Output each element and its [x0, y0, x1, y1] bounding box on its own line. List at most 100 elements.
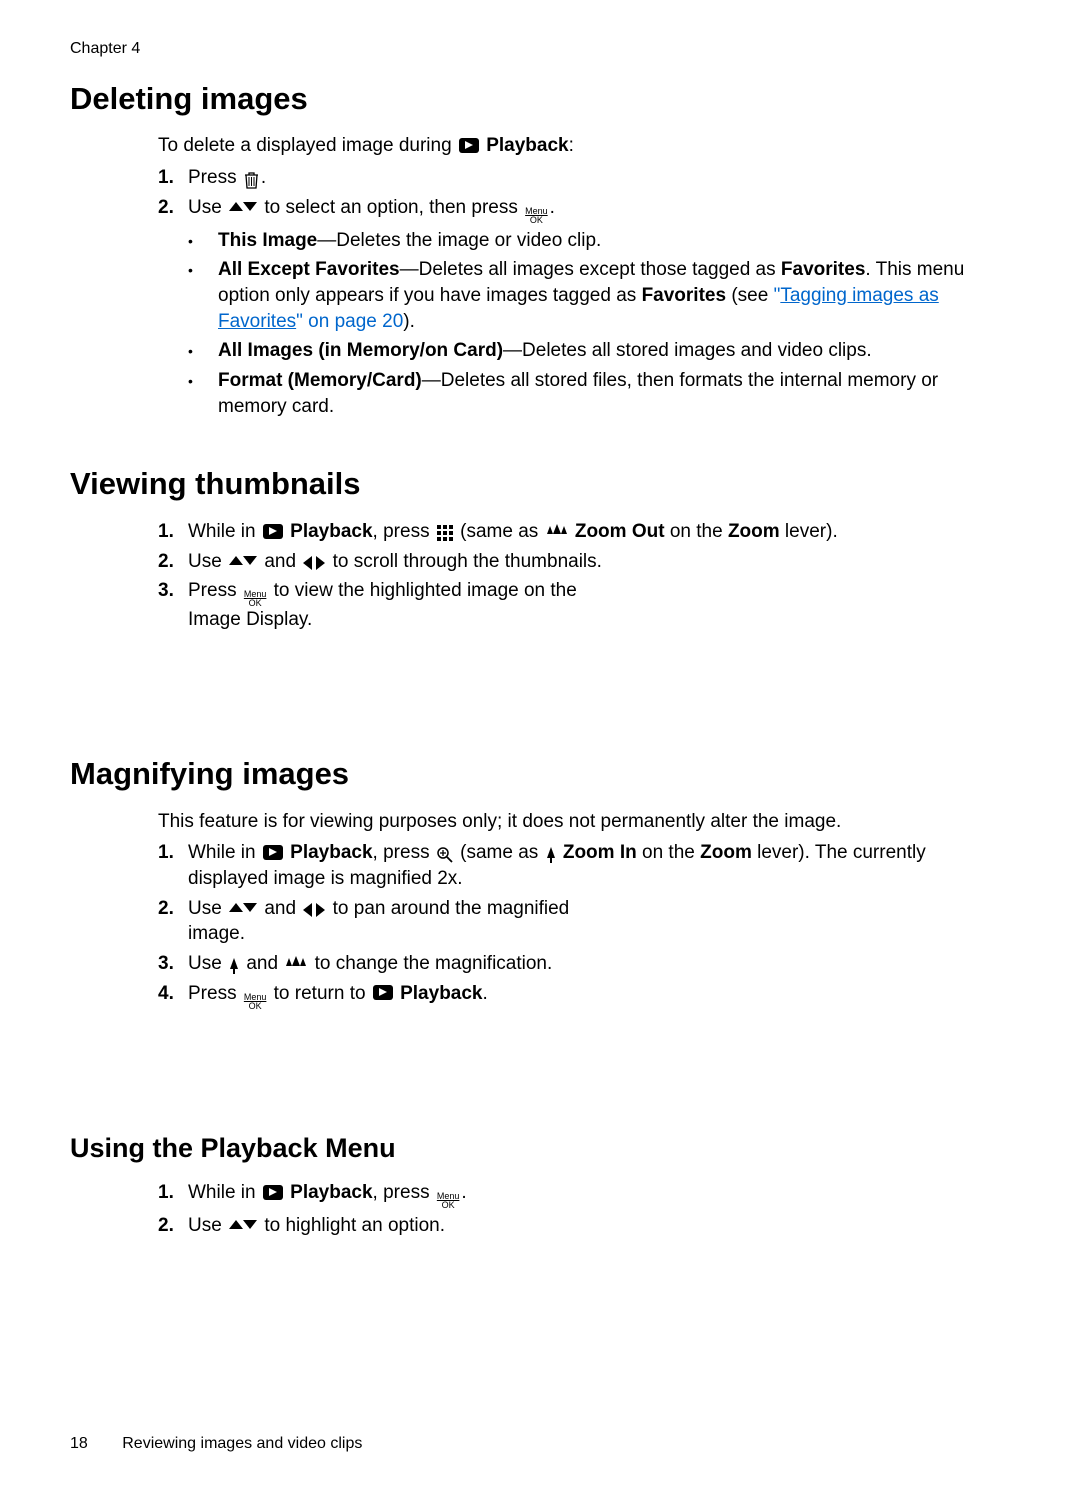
playback-icon — [263, 845, 283, 860]
bullet-icon: • — [188, 257, 218, 334]
step-number: 2. — [158, 195, 188, 423]
bold-text: Favorites — [642, 285, 726, 306]
text: , press — [373, 1182, 435, 1203]
step-number: 4. — [158, 981, 188, 1010]
link-tail: " on page 20 — [296, 311, 403, 332]
text: Use — [188, 1215, 227, 1236]
bold-text: Favorites — [781, 259, 865, 280]
list-item: • This Image—Deletes the image or video … — [188, 228, 1010, 254]
text: . — [461, 1182, 466, 1203]
list-item: 1. While in Playback, press (same as Zoo… — [158, 840, 1010, 891]
step-number: 3. — [158, 951, 188, 977]
step-number: 3. — [158, 578, 188, 633]
text: , press — [373, 842, 435, 863]
bold-text: All Images (in Memory/on Card) — [218, 340, 503, 361]
text: (same as — [455, 521, 544, 542]
text: While in — [188, 521, 261, 542]
heading-magnify: Magnifying images — [70, 753, 1010, 795]
page-footer: 18 Reviewing images and video clips — [70, 1433, 362, 1455]
bold-text: This Image — [218, 230, 317, 251]
section-viewing-thumbnails: Viewing thumbnails 1. While in Playback,… — [70, 463, 1010, 633]
text: and — [259, 551, 301, 572]
step-number: 2. — [158, 1213, 188, 1239]
bold-text: Playback — [486, 135, 568, 156]
bold-text: Zoom — [700, 842, 752, 863]
list-item: 1. Press . — [158, 165, 1010, 191]
list-item: 1. While in Playback, press MenuOK. — [158, 1180, 1010, 1209]
list-item: 2. Use to highlight an option. — [158, 1213, 1010, 1239]
text: lever). — [780, 521, 838, 542]
page: Chapter 4 Deleting images To delete a di… — [0, 0, 1080, 1495]
list-item: 4. Press MenuOK to return to Playback. — [158, 981, 1010, 1010]
text: to highlight an option. — [259, 1215, 445, 1236]
playback-icon — [263, 1185, 283, 1200]
bold-text: Playback — [400, 983, 482, 1004]
bold-text: Zoom — [728, 521, 780, 542]
text: : — [569, 135, 574, 156]
text: —Deletes all images except those tagged … — [400, 259, 781, 280]
trash-icon — [244, 171, 259, 189]
heading-thumbnails: Viewing thumbnails — [70, 463, 1010, 505]
bullet-icon: • — [188, 368, 218, 419]
up-down-arrows-icon — [229, 901, 257, 915]
bold-text: Playback — [290, 521, 372, 542]
text: (see — [726, 285, 774, 306]
left-right-arrows-icon — [303, 903, 325, 917]
zoom-in-icon — [229, 958, 239, 974]
text: to return to — [268, 983, 370, 1004]
footer-title: Reviewing images and video clips — [122, 1435, 362, 1452]
text: . — [550, 197, 555, 218]
menu-ok-icon: MenuOK — [244, 590, 267, 608]
deleting-intro: To delete a displayed image during Playb… — [158, 133, 1010, 159]
thumbnail-grid-icon — [437, 525, 453, 541]
step-number: 1. — [158, 840, 188, 891]
step-number: 1. — [158, 519, 188, 545]
text: on the — [665, 521, 728, 542]
step-number: 1. — [158, 165, 188, 191]
bold-text: Zoom Out — [575, 521, 665, 542]
list-item: 3. Use and to change the magnification. — [158, 951, 1010, 977]
text: Use — [188, 197, 227, 218]
chapter-label: Chapter 4 — [70, 38, 1010, 60]
list-item: • Format (Memory/Card)—Deletes all store… — [188, 368, 1010, 419]
bold-text: All Except Favorites — [218, 259, 400, 280]
playback-icon — [263, 524, 283, 539]
text: —Deletes all stored images and video cli… — [503, 340, 872, 361]
text: Press — [188, 580, 242, 601]
text: Press — [188, 983, 242, 1004]
zoom-out-icon — [546, 524, 568, 540]
menu-ok-icon: MenuOK — [244, 993, 267, 1011]
text: Use — [188, 551, 227, 572]
list-item: 3. Press MenuOK to view the highlighted … — [158, 578, 1010, 633]
text: —Deletes the image or video clip. — [317, 230, 601, 251]
text: . — [483, 983, 488, 1004]
text: While in — [188, 842, 261, 863]
magnify-intro: This feature is for viewing purposes onl… — [158, 809, 1010, 835]
bold-text: Zoom In — [563, 842, 637, 863]
text: Use — [188, 898, 227, 919]
text: ). — [403, 311, 415, 332]
playback-icon — [459, 138, 479, 153]
section-deleting-images: Deleting images To delete a displayed im… — [70, 78, 1010, 424]
list-item: 1. While in Playback, press (same as Zoo… — [158, 519, 1010, 545]
text: to select an option, then press — [259, 197, 523, 218]
text: and — [241, 953, 283, 974]
text: to scroll through the thumbnails. — [327, 551, 602, 572]
page-number: 18 — [70, 1435, 88, 1452]
text: . — [261, 167, 266, 188]
bold-text: Playback — [290, 1182, 372, 1203]
heading-deleting: Deleting images — [70, 78, 1010, 120]
menu-ok-icon: MenuOK — [437, 1192, 460, 1210]
step-number: 2. — [158, 896, 188, 947]
text: To delete a displayed image during — [158, 135, 457, 156]
up-down-arrows-icon — [229, 554, 257, 568]
up-down-arrows-icon — [229, 1218, 257, 1232]
menu-ok-icon: MenuOK — [525, 207, 548, 225]
up-down-arrows-icon — [229, 200, 257, 214]
step-number: 2. — [158, 549, 188, 575]
text: and — [259, 898, 301, 919]
text: (same as — [455, 842, 544, 863]
step-number: 1. — [158, 1180, 188, 1209]
text: Use — [188, 953, 227, 974]
left-right-arrows-icon — [303, 556, 325, 570]
